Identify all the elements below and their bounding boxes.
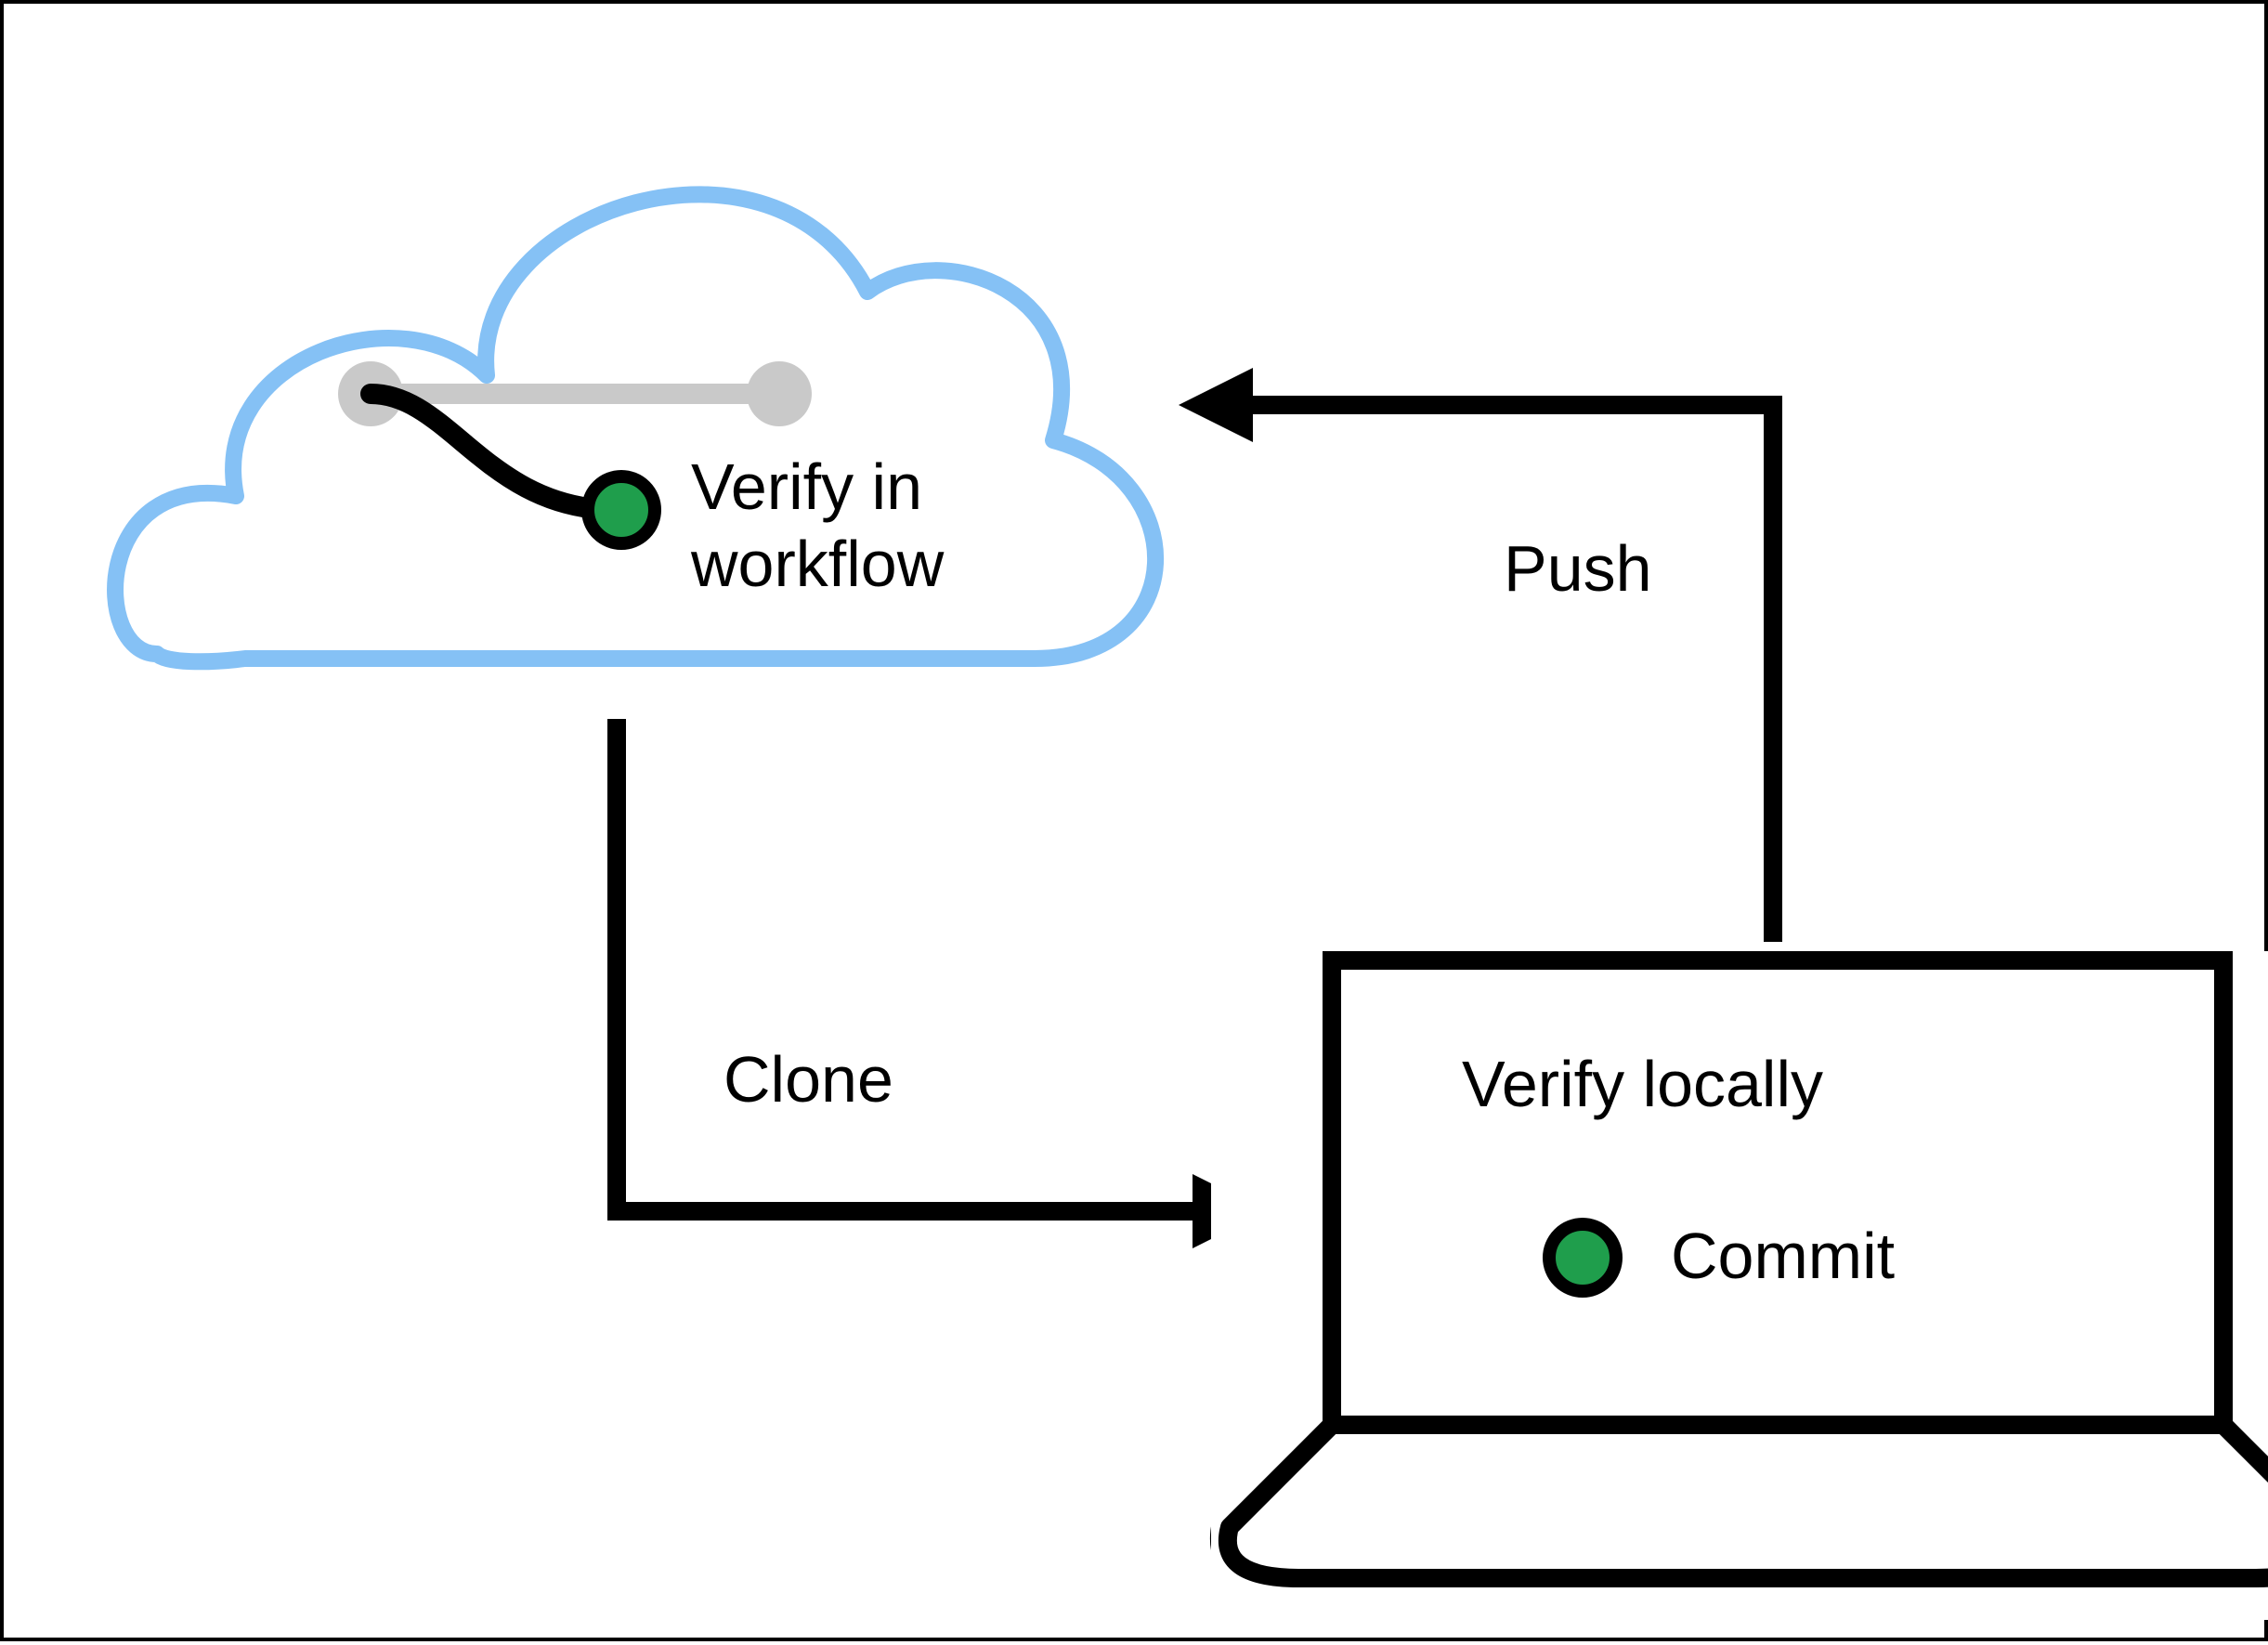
push-arrow-icon xyxy=(1179,368,1773,942)
branch-commit-node-icon xyxy=(588,477,655,543)
diagram-svg xyxy=(4,4,2268,1645)
clone-arrow-icon xyxy=(617,719,1267,1248)
commit-node-icon xyxy=(1549,1224,1616,1291)
cloud-icon xyxy=(115,194,1155,661)
push-arrow-label: Push xyxy=(1504,529,1652,610)
clone-arrow-label: Clone xyxy=(723,1039,893,1121)
diagram-frame: Verify in workflow Clone Push Verify loc… xyxy=(0,0,2268,1641)
laptop-label-bottom: Commit xyxy=(1671,1216,1895,1298)
cloud-label-line1: Verify in xyxy=(691,447,922,529)
cloud-label-line2: workflow xyxy=(691,524,944,606)
laptop-label-top: Verify locally xyxy=(1462,1044,1823,1126)
